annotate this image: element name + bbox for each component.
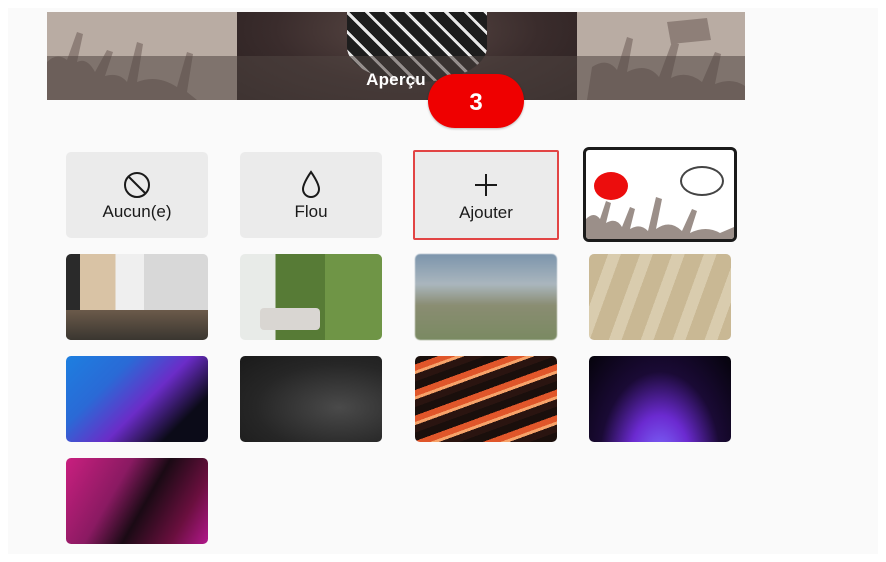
custom-background-tile-selected[interactable] (583, 147, 737, 242)
background-thumbnail-purple-glow[interactable] (589, 356, 731, 442)
background-thumbnail-forest-room[interactable] (240, 254, 382, 340)
background-thumbnail-orange-lava[interactable] (415, 356, 557, 442)
add-background-button[interactable]: Ajouter (413, 150, 559, 240)
droplet-icon (300, 168, 322, 202)
none-option-button[interactable]: Aucun(e) (66, 152, 208, 238)
background-thumbnail-blue-purple-waves[interactable] (66, 356, 208, 442)
plus-icon (473, 167, 499, 203)
video-preview: Aperçu (47, 12, 745, 100)
blur-option-button[interactable]: Flou (240, 152, 382, 238)
background-thumbnail-dark-curves[interactable] (240, 356, 382, 442)
no-symbol-icon (122, 168, 152, 202)
add-background-label: Ajouter (459, 203, 513, 222)
background-thumbnail-blurred-mountains[interactable] (415, 254, 557, 340)
background-thumbnail-living-room[interactable] (66, 254, 208, 340)
crowd-silhouette-graphic (586, 197, 734, 239)
blur-option-label: Flou (294, 202, 328, 221)
none-option-label: Aucun(e) (102, 202, 172, 221)
preview-label: Aperçu (366, 70, 426, 89)
background-thumbnail-pink-curves[interactable] (66, 458, 208, 544)
step-number-badge: 3 (428, 74, 524, 128)
background-thumbnail-shadow-wall[interactable] (589, 254, 731, 340)
